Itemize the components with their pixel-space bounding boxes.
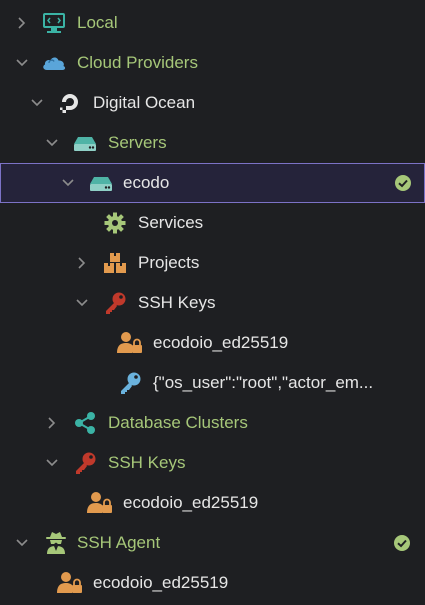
key-icon	[121, 372, 141, 394]
tree-item-provider-key-ecodoio[interactable]: ecodoio_ed25519	[0, 483, 425, 523]
user-secret-icon	[46, 532, 66, 554]
key-icon	[106, 292, 126, 314]
tree-item-label: Projects	[138, 253, 200, 272]
chevron-right-icon[interactable]	[44, 415, 60, 431]
tree-item-provider-ssh-keys[interactable]: SSH Keys	[0, 443, 425, 483]
tree-item-database-clusters[interactable]: Database Clusters	[0, 403, 425, 443]
user-lock-icon	[117, 332, 142, 353]
server-icon	[74, 137, 96, 151]
tree-item-label: Database Clusters	[108, 413, 248, 432]
connected-check-icon	[395, 175, 411, 191]
tree-item-label: {"os_user":"root","actor_em...	[153, 373, 374, 392]
boxes-icon	[104, 253, 126, 273]
user-lock-icon	[57, 572, 82, 593]
tree-item-label: ecodoio_ed25519	[153, 333, 289, 352]
chevron-down-icon[interactable]	[44, 455, 60, 471]
cloud-icon	[43, 57, 66, 70]
tree-item-agent-key-ecodoio[interactable]: ecodoio_ed25519	[0, 563, 425, 603]
tree-item-label: SSH Keys	[138, 293, 216, 312]
tree-item-digital-ocean[interactable]: Digital Ocean	[0, 83, 425, 123]
chevron-down-icon[interactable]	[74, 295, 90, 311]
tree-item-server-ssh-keys[interactable]: SSH Keys	[0, 283, 425, 323]
tree-item-label: Digital Ocean	[93, 93, 196, 112]
gear-icon	[104, 212, 126, 234]
tree-item-server-key-json[interactable]: {"os_user":"root","actor_em...	[0, 363, 425, 403]
tree-item-label: SSH Agent	[77, 533, 161, 552]
chevron-right-icon[interactable]	[14, 15, 30, 31]
terminal-monitor-icon	[43, 13, 65, 33]
chevron-down-icon[interactable]	[14, 535, 30, 551]
tree-item-ecodo[interactable]: ecodo	[0, 163, 425, 203]
tree-item-label: ecodoio_ed25519	[93, 573, 229, 592]
tree-item-projects[interactable]: Projects	[0, 243, 425, 283]
server-icon	[90, 177, 112, 191]
tree-item-label: ecodoio_ed25519	[123, 493, 259, 512]
chevron-down-icon[interactable]	[14, 55, 30, 71]
tree-item-label: Services	[138, 213, 204, 232]
tree-item-services[interactable]: Services	[0, 203, 425, 243]
connected-check-icon	[394, 535, 410, 551]
user-lock-icon	[87, 492, 112, 513]
connection-tree: Local Cloud Providers Digital Ocean Serv…	[0, 0, 425, 605]
key-icon	[76, 452, 96, 474]
tree-item-servers[interactable]: Servers	[0, 123, 425, 163]
tree-item-label: SSH Keys	[108, 453, 186, 472]
tree-item-ssh-agent[interactable]: SSH Agent	[0, 523, 425, 563]
chevron-down-icon[interactable]	[60, 175, 76, 191]
chevron-down-icon[interactable]	[29, 95, 45, 111]
share-nodes-icon	[75, 412, 95, 434]
tree-item-label: Local	[77, 13, 118, 32]
tree-item-server-key-ecodoio[interactable]: ecodoio_ed25519	[0, 323, 425, 363]
tree-item-label: ecodo	[123, 173, 170, 192]
tree-item-local[interactable]: Local	[0, 3, 425, 43]
tree-item-cloud-providers[interactable]: Cloud Providers	[0, 43, 425, 83]
tree-item-label: Servers	[108, 133, 167, 152]
chevron-down-icon[interactable]	[44, 135, 60, 151]
digital-ocean-icon	[60, 94, 78, 113]
tree-item-label: Cloud Providers	[77, 53, 198, 72]
chevron-right-icon[interactable]	[74, 255, 90, 271]
